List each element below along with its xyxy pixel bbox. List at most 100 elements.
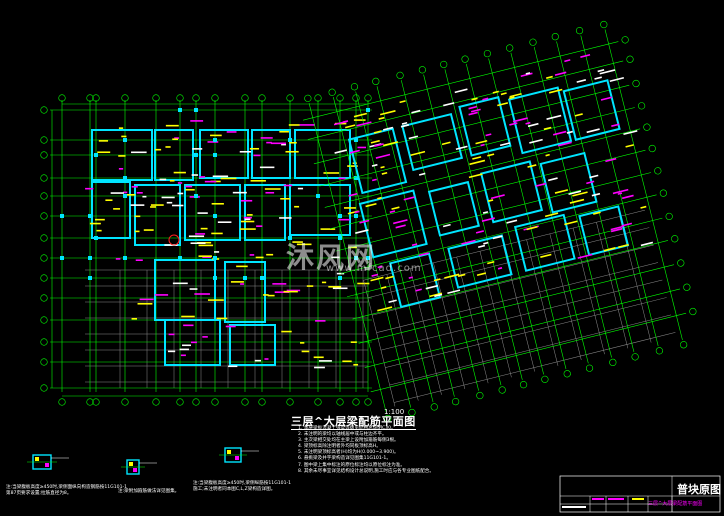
detail-note-line: 注:梁附加箍筋做法详见图集。 bbox=[118, 489, 180, 494]
detail-note-2: 注:梁附加箍筋做法详见图集。 bbox=[118, 489, 179, 495]
axis-bubble bbox=[314, 398, 322, 406]
beam-label bbox=[243, 216, 252, 219]
beam-label bbox=[399, 100, 406, 104]
axis-bubble bbox=[654, 167, 662, 175]
column bbox=[123, 176, 127, 180]
beam-label bbox=[115, 258, 121, 260]
beam-label bbox=[118, 155, 126, 157]
axis-bubble bbox=[40, 151, 48, 159]
beam-outline bbox=[347, 127, 408, 195]
axis-bubble bbox=[364, 398, 372, 406]
beam-label bbox=[321, 281, 327, 284]
detail-rebar bbox=[45, 463, 49, 467]
axis-bubble bbox=[352, 398, 360, 406]
column bbox=[213, 276, 217, 280]
axis-bubble bbox=[372, 77, 380, 85]
beam-label bbox=[594, 76, 602, 80]
beam-label bbox=[365, 202, 377, 208]
beam-label bbox=[441, 141, 451, 146]
beam-label bbox=[554, 189, 569, 194]
beam-label bbox=[216, 317, 228, 320]
grey-grid-line bbox=[380, 279, 663, 351]
beam-label bbox=[475, 230, 485, 234]
beam-label bbox=[226, 131, 237, 133]
beam-label bbox=[188, 235, 205, 238]
beam-label bbox=[168, 333, 175, 336]
column bbox=[88, 214, 92, 218]
beam-label bbox=[306, 285, 314, 287]
beam-label bbox=[370, 276, 384, 282]
axis-line bbox=[604, 29, 683, 340]
beam-label bbox=[182, 344, 191, 347]
beam-label bbox=[334, 149, 347, 154]
beam-label bbox=[250, 180, 266, 182]
title-block-mark bbox=[632, 498, 644, 500]
axis-bubble bbox=[655, 347, 663, 355]
beam-label bbox=[177, 192, 184, 195]
beam-label bbox=[410, 150, 426, 157]
detail-note-line: 施工;未注明者同本图C,L,Z梁构造详图。 bbox=[193, 487, 276, 492]
beam-label bbox=[179, 348, 189, 351]
beam-label bbox=[181, 315, 195, 318]
beam-label bbox=[600, 96, 613, 101]
beam-label bbox=[244, 218, 251, 221]
beam-label bbox=[350, 341, 357, 343]
title-block-drawing-name: 普块原图 bbox=[677, 483, 721, 496]
axis-bubble bbox=[121, 398, 129, 406]
axis-bubble bbox=[680, 341, 688, 349]
axis-line bbox=[335, 172, 652, 252]
column bbox=[316, 194, 320, 198]
beam-outline bbox=[294, 129, 351, 179]
column bbox=[338, 214, 342, 218]
axis-bubble bbox=[40, 234, 48, 242]
beam-label bbox=[283, 184, 293, 187]
beam-label bbox=[472, 156, 482, 160]
axis-bubble bbox=[241, 398, 249, 406]
axis-bubble bbox=[461, 55, 469, 63]
axis-bubble bbox=[40, 174, 48, 182]
beam-label bbox=[342, 360, 352, 363]
beam-label bbox=[173, 171, 186, 174]
beam-outline bbox=[244, 184, 286, 241]
column bbox=[354, 214, 358, 218]
grey-grid-line bbox=[393, 332, 676, 403]
beam-label bbox=[279, 217, 292, 219]
axis-bubble bbox=[152, 398, 160, 406]
column bbox=[213, 153, 217, 157]
axis-bubble bbox=[575, 26, 584, 35]
column bbox=[123, 256, 127, 260]
beam-label bbox=[280, 197, 291, 200]
beam-label bbox=[240, 220, 255, 223]
beam-label bbox=[134, 230, 140, 233]
beam-label bbox=[485, 133, 492, 137]
beam-label bbox=[220, 177, 237, 180]
beam-label bbox=[169, 179, 175, 182]
column bbox=[194, 108, 198, 112]
beam-label bbox=[198, 255, 212, 257]
column bbox=[60, 214, 64, 218]
title-block-mark bbox=[562, 506, 586, 508]
beam-label bbox=[139, 298, 154, 301]
column bbox=[194, 153, 198, 157]
detail-rebar bbox=[227, 450, 231, 454]
beam-label bbox=[240, 283, 245, 285]
beam-label bbox=[211, 202, 224, 205]
beam-label bbox=[408, 276, 413, 279]
beam-label bbox=[212, 175, 229, 178]
note-line: 8. 其余未尽事宜详见结构设计总说明,施工时应与各专业图纸配合。 bbox=[298, 468, 434, 474]
beam-label bbox=[228, 365, 238, 368]
beam-label bbox=[177, 182, 183, 184]
axis-bubble bbox=[621, 36, 629, 44]
axis-bubble bbox=[336, 398, 344, 406]
beam-label bbox=[299, 124, 315, 126]
beam-label bbox=[256, 225, 263, 227]
beam-label bbox=[497, 267, 503, 270]
beam-label bbox=[444, 273, 460, 279]
axis-bubble bbox=[40, 136, 48, 144]
axis-bubble bbox=[86, 398, 94, 406]
beam-label bbox=[134, 215, 141, 218]
beam-label bbox=[264, 358, 269, 360]
beam-label bbox=[353, 119, 366, 121]
beam-label bbox=[546, 114, 562, 120]
beam-label bbox=[266, 253, 274, 256]
